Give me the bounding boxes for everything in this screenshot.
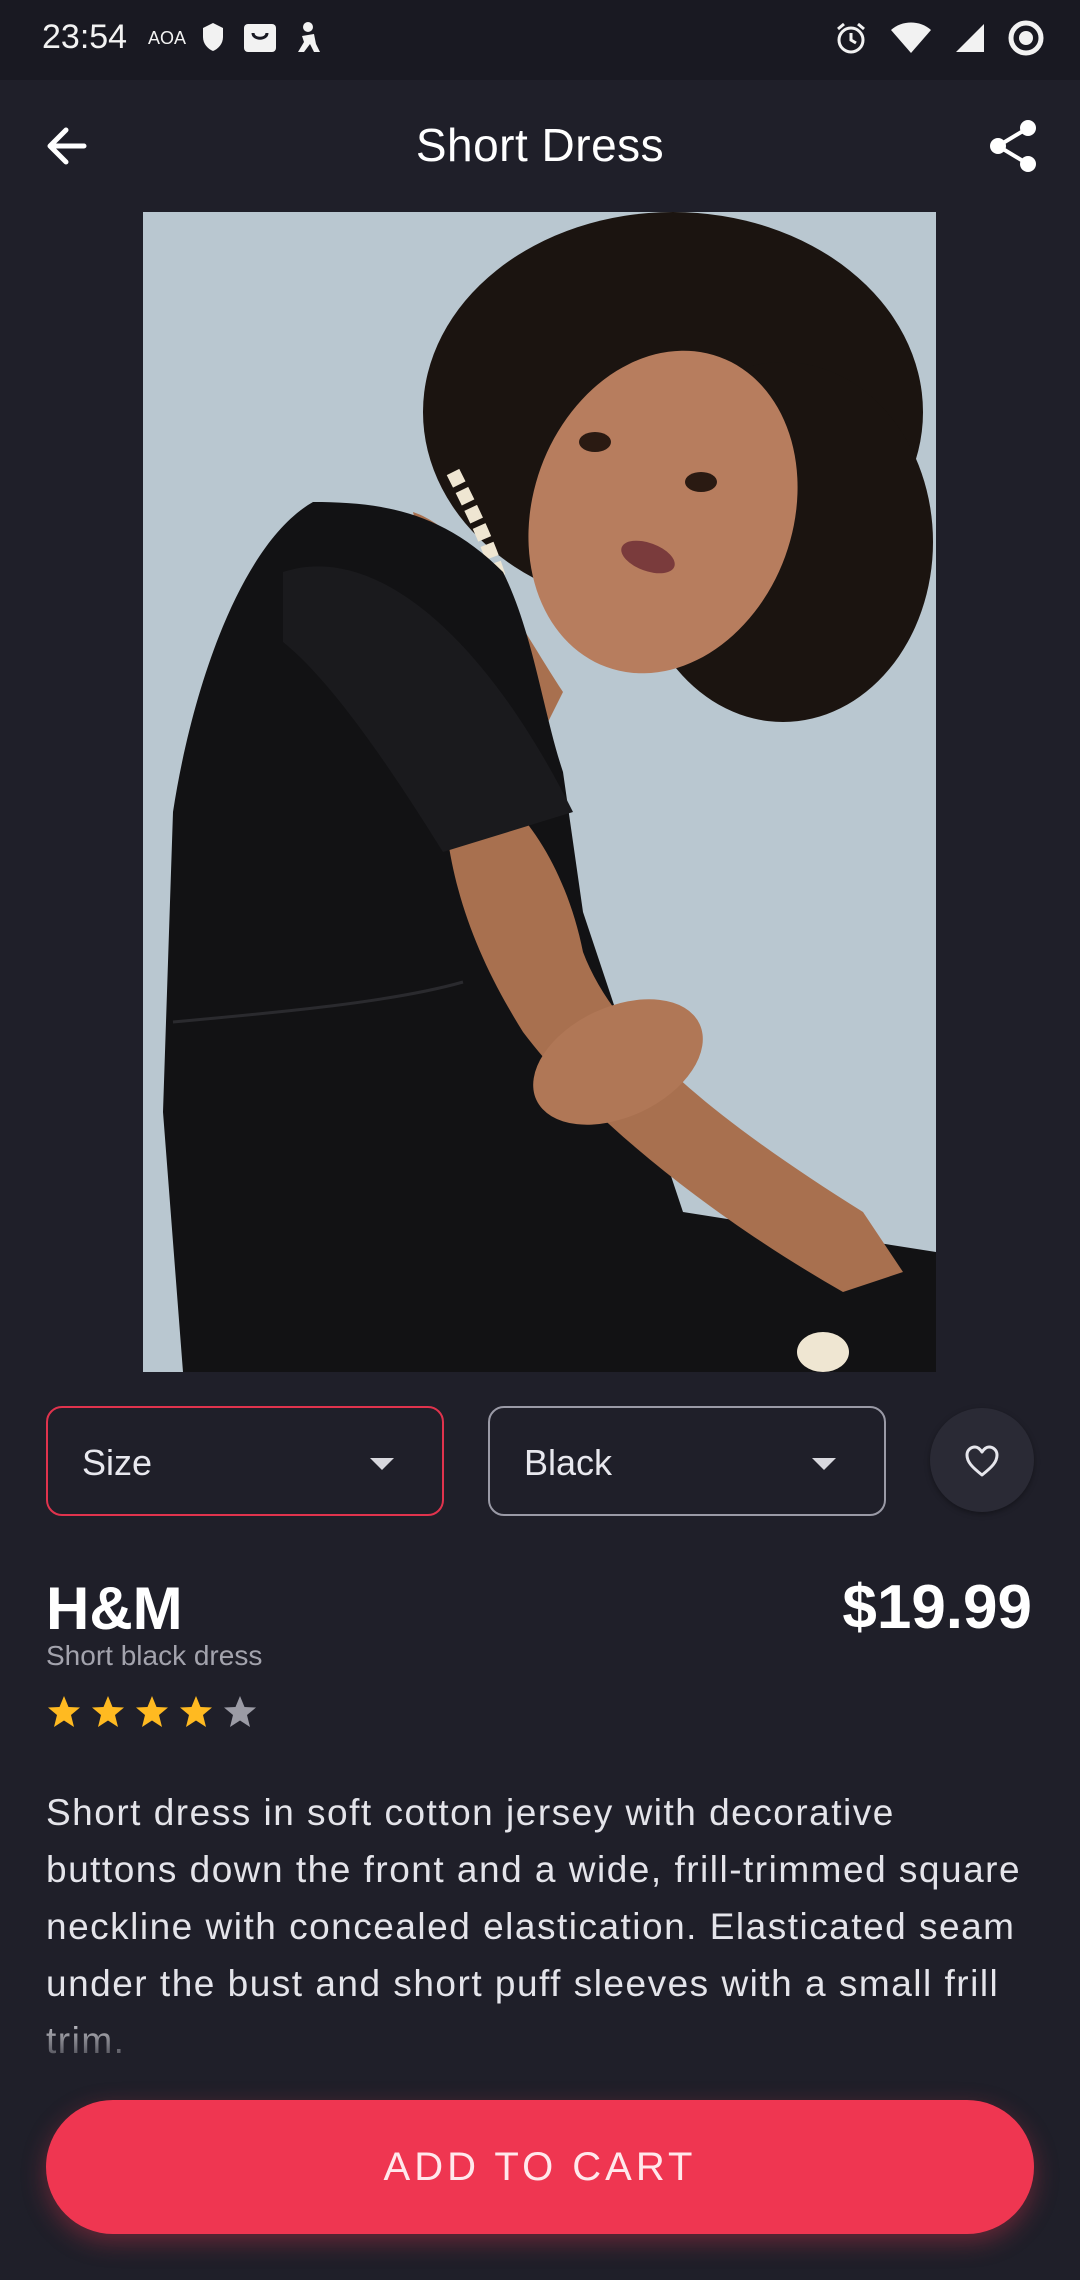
wifi-icon (890, 21, 932, 60)
rating-stars (46, 1694, 258, 1730)
alarm-icon (834, 21, 868, 60)
star-icon (92, 1696, 124, 1727)
heart-icon (965, 1445, 999, 1477)
product-brand: H&M (46, 1575, 183, 1642)
bag-icon (242, 20, 278, 61)
size-select-value: Size (82, 1442, 153, 1483)
product-price: $19.99 (842, 1573, 1032, 1642)
figure-icon (294, 20, 324, 61)
status-time: 23:54 (42, 18, 128, 56)
description-fade (0, 2010, 1080, 2070)
product-photo-illustration (143, 212, 936, 1372)
record-icon (1008, 20, 1044, 61)
app-bar: Short Dress (0, 80, 1080, 212)
star-icon (224, 1696, 256, 1727)
notification-icons (200, 20, 324, 61)
star-icon (48, 1696, 80, 1727)
status-icons-right (834, 20, 1044, 61)
size-select[interactable]: Size (46, 1406, 444, 1516)
star-icon (136, 1696, 168, 1727)
status-bar: 23:54 AOA (0, 0, 1080, 80)
shield-icon (200, 20, 226, 61)
product-image (143, 212, 936, 1372)
share-icon (990, 120, 1036, 172)
signal-icon (954, 22, 986, 59)
chevron-down-icon (370, 1458, 394, 1470)
color-select-value: Black (524, 1442, 613, 1483)
status-carrier: AOA (148, 28, 187, 48)
page-title: Short Dress (415, 119, 665, 171)
color-select[interactable]: Black (488, 1406, 886, 1516)
share-button[interactable] (984, 116, 1044, 176)
product-subtitle: Short black dress (46, 1640, 263, 1671)
add-to-cart-button[interactable]: ADD TO CART (46, 2100, 1034, 2234)
favorite-button[interactable] (930, 1408, 1034, 1512)
chevron-down-icon (812, 1458, 836, 1470)
star-icon (180, 1696, 212, 1727)
